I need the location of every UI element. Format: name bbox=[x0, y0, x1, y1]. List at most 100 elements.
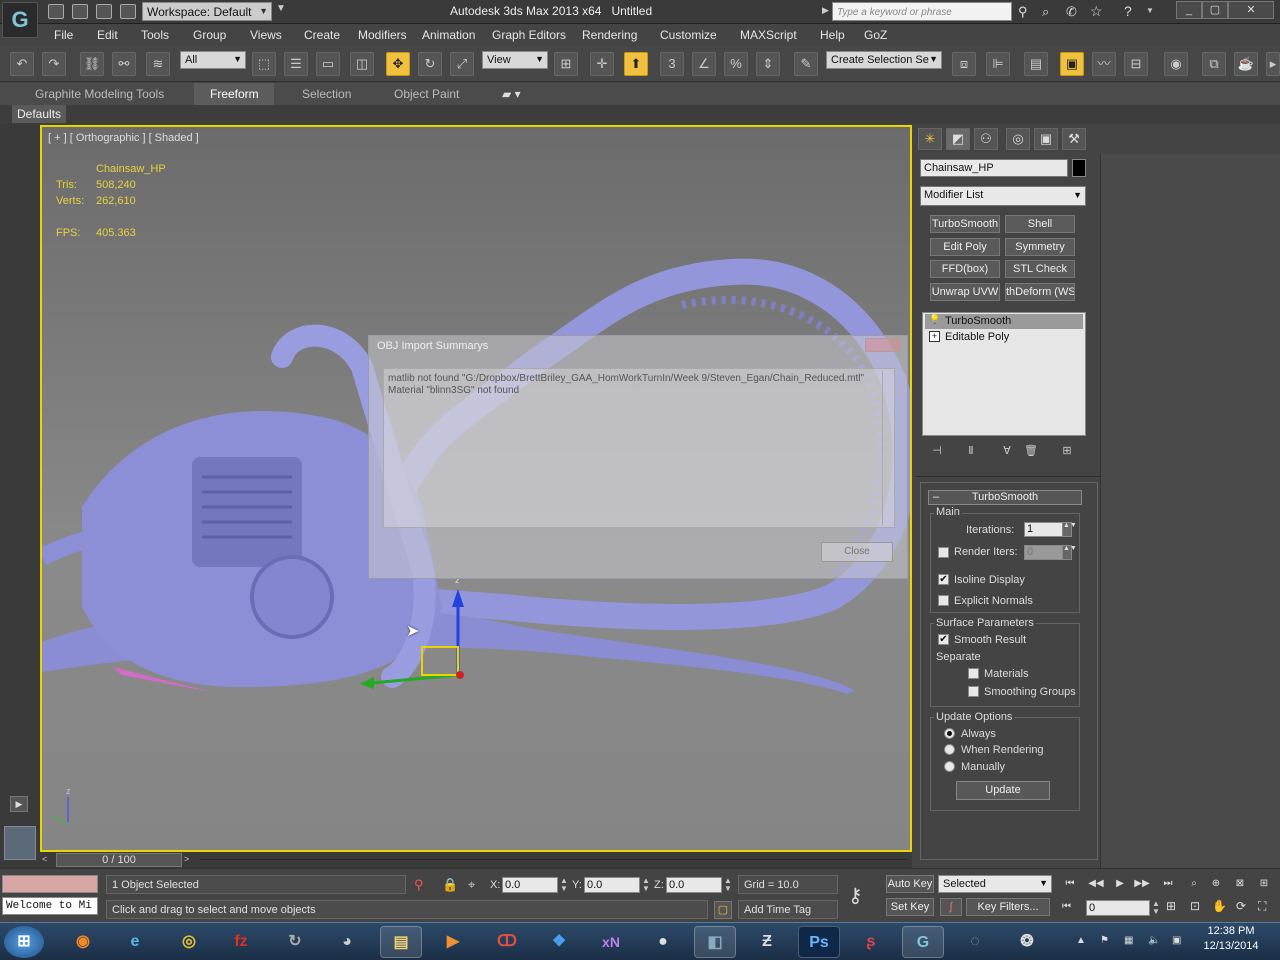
x-spinner-icon[interactable]: ▲ ▼ bbox=[560, 877, 568, 893]
dialog-scrollbar[interactable] bbox=[882, 371, 892, 525]
menu-customize[interactable]: Customize bbox=[660, 28, 717, 42]
schematic-view-icon[interactable]: ⊟ bbox=[1124, 52, 1148, 76]
snaps-toggle-icon[interactable]: 3 bbox=[660, 52, 684, 76]
hierarchy-tab-icon[interactable]: ⚇ bbox=[974, 128, 998, 150]
render-iters-checkbox[interactable] bbox=[938, 547, 949, 558]
app-icon[interactable]: ◕ bbox=[326, 926, 368, 958]
dialog-close-icon[interactable] bbox=[865, 338, 901, 352]
tray-volume-icon[interactable]: 🔈 bbox=[1148, 935, 1160, 946]
make-unique-icon[interactable]: ∀ bbox=[998, 444, 1016, 460]
stack-item-turbosmooth[interactable]: 💡 TurboSmooth bbox=[925, 314, 1083, 329]
always-radio[interactable] bbox=[944, 728, 955, 739]
tray-flag-icon[interactable]: ⚑ bbox=[1100, 935, 1109, 946]
key-mode-toggle-icon[interactable]: ⏮ bbox=[1062, 901, 1071, 912]
tab-freeform[interactable]: Freeform bbox=[210, 87, 259, 101]
redo-icon[interactable]: ↷ bbox=[42, 52, 66, 76]
expand-plus-icon[interactable]: + bbox=[929, 331, 940, 342]
time-tag-icon[interactable]: ▢ bbox=[714, 901, 732, 919]
go-to-end-icon[interactable]: ⏭ bbox=[1158, 876, 1178, 892]
pan-icon[interactable]: ✋ bbox=[1212, 899, 1227, 913]
add-time-tag[interactable]: Add Time Tag bbox=[738, 900, 838, 919]
menu-modifiers[interactable]: Modifiers bbox=[358, 28, 407, 42]
app-icon[interactable]: ↻ bbox=[274, 926, 316, 958]
zoom-icon[interactable]: ⌕ bbox=[1184, 876, 1204, 892]
explicit-normals-checkbox[interactable] bbox=[938, 595, 949, 606]
zoom-all-icon[interactable]: ⊕ bbox=[1206, 876, 1226, 892]
time-slider-handle[interactable]: 0 / 100 bbox=[56, 853, 182, 867]
undo-icon[interactable]: ↶ bbox=[10, 52, 34, 76]
spinner-snap-icon[interactable]: ⇕ bbox=[756, 52, 780, 76]
tray-app-icon[interactable]: ▣ bbox=[1172, 935, 1181, 946]
stl-check-button[interactable]: STL Check bbox=[1005, 260, 1075, 278]
time-slider[interactable]: < 0 / 100 > bbox=[40, 852, 912, 868]
reference-coordinate-dropdown[interactable]: View ▼ bbox=[482, 51, 548, 69]
zoom-extents-all-icon[interactable]: ⊞ bbox=[1254, 876, 1274, 892]
object-color-swatch[interactable] bbox=[1072, 159, 1086, 177]
mirror-icon[interactable]: ⧈ bbox=[952, 52, 976, 76]
next-frame-icon[interactable]: > bbox=[184, 854, 189, 864]
menu-file[interactable]: File bbox=[54, 28, 73, 42]
menu-animation[interactable]: Animation bbox=[422, 28, 475, 42]
pin-stack-icon[interactable]: ⊣ bbox=[928, 444, 946, 460]
substance-icon[interactable]: ʂ bbox=[850, 926, 892, 958]
help-dropdown-icon[interactable]: ▼ bbox=[1146, 6, 1154, 15]
go-to-start-icon[interactable]: ⏮ bbox=[1060, 876, 1080, 892]
layer-manager-icon[interactable]: ▤ bbox=[1024, 52, 1048, 76]
obj-import-summary-dialog[interactable]: OBJ Import Summarys matlib not found "G:… bbox=[368, 335, 908, 579]
zoom-extents-icon[interactable]: ⊠ bbox=[1230, 876, 1250, 892]
prev-frame-icon[interactable]: < bbox=[42, 854, 47, 864]
defaults-label[interactable]: Defaults bbox=[12, 105, 66, 123]
select-by-name-icon[interactable]: ☰ bbox=[284, 52, 308, 76]
tray-show-hidden-icon[interactable]: ▲ bbox=[1076, 935, 1086, 946]
3dsmax-logo-icon[interactable]: G bbox=[2, 2, 38, 38]
select-object-icon[interactable]: ⬚ bbox=[252, 52, 276, 76]
turbosmooth-rollout-header[interactable]: – TurboSmooth bbox=[928, 490, 1082, 505]
keyboard-shortcut-override-icon[interactable]: ⬆ bbox=[624, 52, 648, 76]
ribbon-options-icon[interactable]: ▰ ▾ bbox=[502, 87, 521, 101]
help-icon[interactable]: ? bbox=[1124, 3, 1132, 19]
link-icon[interactable]: ⛓ bbox=[80, 52, 104, 76]
menu-maxscript[interactable]: MAXScript bbox=[740, 28, 797, 42]
menu-goz[interactable]: GoZ bbox=[864, 28, 887, 42]
menu-views[interactable]: Views bbox=[250, 28, 282, 42]
curve-editor-icon[interactable]: 〰 bbox=[1092, 52, 1116, 76]
object-name-field[interactable]: Chainsaw_HP bbox=[920, 159, 1068, 177]
new-file-icon[interactable] bbox=[48, 4, 64, 19]
rectangular-selection-icon[interactable]: ▭ bbox=[316, 52, 340, 76]
configure-modifier-sets-icon[interactable]: ⊞ bbox=[1058, 444, 1076, 460]
play-icon[interactable]: ▶ bbox=[1110, 876, 1130, 892]
maximize-button[interactable]: ▢ bbox=[1202, 1, 1228, 19]
smooth-result-checkbox[interactable]: ✔ bbox=[938, 634, 949, 645]
set-key-icon[interactable]: ⚷ bbox=[848, 883, 863, 908]
turbosmooth-button[interactable]: TurboSmooth bbox=[930, 215, 1000, 233]
shell-button[interactable]: Shell bbox=[1005, 215, 1075, 233]
expand-arrow-icon[interactable]: ▶ bbox=[822, 5, 829, 16]
xnview-icon[interactable]: xN bbox=[590, 926, 632, 958]
dropbox-icon[interactable]: ❖ bbox=[538, 926, 580, 958]
orbit-icon[interactable]: ⟳ bbox=[1236, 899, 1246, 913]
angle-snap-icon[interactable]: ∠ bbox=[692, 52, 716, 76]
communication-icon[interactable]: ✆ bbox=[1066, 4, 1077, 20]
ccleaner-icon[interactable]: ↀ bbox=[486, 926, 528, 958]
key-tangent-icon[interactable]: ∫ bbox=[940, 898, 962, 916]
star-icon[interactable]: ☆ bbox=[1090, 3, 1103, 20]
named-selection-dropdown[interactable]: Create Selection Se ▼ bbox=[826, 51, 942, 69]
search-icon[interactable]: ⌕ bbox=[1042, 4, 1049, 20]
viewport-orthographic[interactable]: [ + ] [ Orthographic ] [ Shaded ] Chains… bbox=[40, 125, 912, 852]
stack-item-editable-poly[interactable]: + Editable Poly bbox=[925, 330, 1083, 345]
app-icon[interactable]: ● bbox=[642, 926, 684, 958]
windows-start-icon[interactable]: ⊞ bbox=[4, 926, 44, 958]
open-file-icon[interactable] bbox=[72, 4, 88, 19]
isoline-display-checkbox[interactable]: ✔ bbox=[938, 574, 949, 585]
time-configuration-icon[interactable]: ⊞ bbox=[1166, 899, 1176, 913]
update-button[interactable]: Update bbox=[956, 781, 1050, 800]
x-coordinate-input[interactable]: 0.0 bbox=[502, 877, 558, 893]
set-key-button[interactable]: Set Key bbox=[886, 898, 934, 916]
graphite-toggle-icon[interactable]: ▣ bbox=[1060, 52, 1084, 76]
dropdown-arrow-icon[interactable]: ▼ bbox=[276, 3, 286, 14]
save-icon[interactable] bbox=[96, 4, 112, 19]
align-icon[interactable]: ⊫ bbox=[986, 52, 1010, 76]
media-player-icon[interactable]: ▶ bbox=[432, 926, 474, 958]
auto-key-button[interactable]: Auto Key bbox=[886, 875, 934, 893]
display-tab-icon[interactable]: ▣ bbox=[1034, 128, 1058, 150]
